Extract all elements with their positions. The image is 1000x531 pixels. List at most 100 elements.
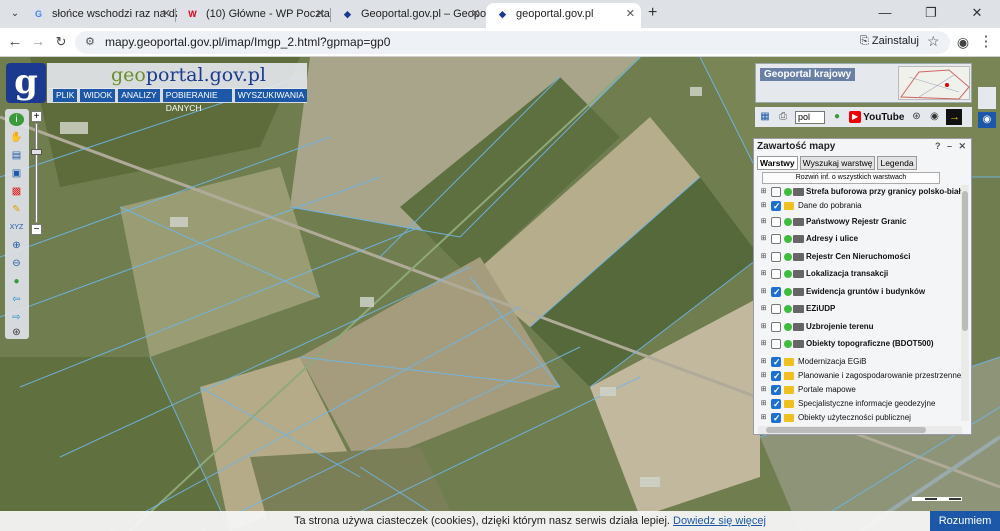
globe-icon[interactable]: ● <box>9 275 24 288</box>
layer-checkbox[interactable] <box>771 322 781 332</box>
menu-item-plik[interactable]: PLIK <box>53 89 78 102</box>
select-rectangle-icon[interactable]: ▣ <box>9 167 24 180</box>
youtube-label[interactable]: YouTube <box>863 112 904 123</box>
menu-item-analizy[interactable]: ANALIZY <box>118 89 160 102</box>
panel-tab[interactable]: Legenda <box>877 156 917 170</box>
vscroll-thumb[interactable] <box>962 191 968 331</box>
restore-icon[interactable]: ❐ <box>908 0 954 28</box>
arrow-right-icon[interactable]: → <box>946 109 963 125</box>
layer-row[interactable]: ⊞ Dane do pobrania <box>758 199 963 213</box>
layer-checkbox[interactable] <box>771 411 781 425</box>
zoom-track[interactable] <box>35 123 38 223</box>
layer-row[interactable]: ⊞ Obiekty topograficzne (BDOT500) <box>758 337 963 351</box>
zoom-in-icon[interactable]: ⊕ <box>9 239 24 252</box>
map-view[interactable]: g geoportal.gov.pl PLIK WIDOK ANALIZY POBIE… <box>0 57 1000 531</box>
bookmark-star-icon[interactable]: ☆ <box>927 33 940 50</box>
expand-icon[interactable]: ⊞ <box>760 270 767 278</box>
layer-row[interactable]: ⊞ Uzbrojenie terenu <box>758 320 963 334</box>
tab-close-icon[interactable]: ✕ <box>471 3 480 25</box>
layer-row[interactable]: ⊞ Modernizacja EGiB <box>758 355 963 369</box>
menu-item-pobieranie-danych[interactable]: POBIERANIE DANYCH <box>162 89 232 113</box>
panel-tab[interactable]: Wyszukaj warstwę <box>799 156 876 170</box>
layer-row[interactable]: ⊞ Rejestr Cen Nieruchomości <box>758 250 963 264</box>
layer-row[interactable]: ⊞ Adresy i ulice <box>758 232 963 246</box>
expand-icon[interactable]: ⊞ <box>760 253 767 261</box>
save-icon[interactable]: ▦ <box>759 111 771 123</box>
layer-checkbox[interactable] <box>771 397 781 411</box>
clear-selection-icon[interactable]: ▩ <box>9 185 24 198</box>
zoom-slider[interactable]: + − <box>31 111 44 235</box>
expand-icon[interactable]: ⊞ <box>760 386 767 394</box>
panel-window-buttons[interactable]: ? – ✕ <box>935 139 968 154</box>
expand-icon[interactable]: ⊞ <box>760 372 767 380</box>
expand-icon[interactable]: ⊞ <box>760 188 767 196</box>
layer-checkbox[interactable] <box>771 199 781 213</box>
geoportal-logo[interactable]: g <box>6 63 46 103</box>
expand-icon[interactable]: ⊞ <box>760 323 767 331</box>
tab-close-icon[interactable]: ✕ <box>162 3 171 25</box>
layer-row[interactable]: ⊞ Planowanie i zagospodarowanie przestrze… <box>758 369 963 383</box>
browser-tab[interactable]: ◆ Geoportal.gov.pl – Geoportal In✕ <box>331 3 486 28</box>
browser-menu-icon[interactable]: ⋮ <box>976 32 996 52</box>
overview-map[interactable]: Geoportal krajowy <box>755 63 972 103</box>
browser-tab[interactable]: ◆ geoportal.gov.pl ✕ <box>486 3 641 28</box>
new-tab-button[interactable]: + <box>648 4 657 22</box>
expand-all-button[interactable]: Rozwiń inf. o wszystkich warstwach <box>762 172 940 184</box>
layer-checkbox[interactable] <box>771 252 781 262</box>
layer-row[interactable]: ⊞ Państwowy Rejestr Granic <box>758 215 963 229</box>
layer-checkbox[interactable] <box>771 285 781 299</box>
layer-row[interactable]: ⊞ Strefa buforowa przy granicy polsko-bia… <box>758 185 963 199</box>
expand-icon[interactable]: ⊞ <box>760 400 767 408</box>
address-bar[interactable]: ⚙ mapy.geoportal.gov.pl/imap/Imgp_2.html… <box>75 31 950 54</box>
profile-icon[interactable]: ◉ <box>953 32 973 52</box>
browser-tab[interactable]: Gsłońce wschodzi raz na dzień -✕ <box>22 3 177 28</box>
layer-checkbox[interactable] <box>771 217 781 227</box>
layer-checkbox[interactable] <box>771 269 781 279</box>
zoom-out-icon[interactable]: ⊖ <box>9 257 24 270</box>
expand-icon[interactable]: ⊞ <box>760 202 767 210</box>
eye-icon[interactable]: ◉ <box>928 111 940 123</box>
layer-row[interactable]: ⊞ Lokalizacja transakcji <box>758 267 963 281</box>
layer-list-vscrollbar[interactable] <box>961 185 969 421</box>
tab-close-icon[interactable]: ✕ <box>626 3 635 25</box>
previous-view-icon[interactable]: ⇦ <box>9 293 24 306</box>
layer-checkbox[interactable] <box>771 187 781 197</box>
panel-tab[interactable]: Warstwy <box>757 156 798 170</box>
hscroll-thumb[interactable] <box>766 427 926 433</box>
menu-item-widok[interactable]: WIDOK <box>80 89 116 102</box>
expand-icon[interactable]: ⊞ <box>760 340 767 348</box>
next-view-icon[interactable]: ⇨ <box>9 311 24 324</box>
tab-close-icon[interactable]: ✕ <box>316 3 325 25</box>
close-window-icon[interactable]: ✕ <box>954 0 1000 28</box>
xyz-coordinates-icon[interactable]: XYZ <box>9 221 24 234</box>
pan-hand-icon[interactable]: ✋ <box>9 131 24 144</box>
layer-checkbox[interactable] <box>771 355 781 369</box>
layer-checkbox[interactable] <box>771 339 781 349</box>
forward-icon[interactable]: → <box>28 32 48 52</box>
zoom-knob[interactable] <box>31 149 42 155</box>
expand-icon[interactable]: ⊞ <box>760 288 767 296</box>
youtube-icon[interactable]: ▶ <box>849 111 862 123</box>
layer-checkbox[interactable] <box>771 234 781 244</box>
zoom-minus-icon[interactable]: − <box>31 224 42 235</box>
layer-checkbox[interactable] <box>771 304 781 314</box>
document-icon[interactable]: ▤ <box>9 149 24 162</box>
info-icon[interactable]: i <box>9 113 24 126</box>
menu-item-wyszukiwania[interactable]: WYSZUKIWANIA <box>234 89 307 102</box>
expand-icon[interactable]: ⊞ <box>760 235 767 243</box>
help-icon[interactable]: ● <box>831 111 843 123</box>
expand-icon[interactable]: ⊞ <box>760 305 767 313</box>
print-icon[interactable]: ⎙ <box>777 111 789 123</box>
layer-row[interactable]: ⊞ Portale mapowe <box>758 383 963 397</box>
cookie-learn-more-link[interactable]: Dowiedz się więcej <box>673 515 766 527</box>
layer-list-hscrollbar[interactable] <box>758 426 962 434</box>
site-info-icon[interactable]: ⚙ <box>85 35 95 48</box>
expand-icon[interactable]: ⊞ <box>760 358 767 366</box>
layer-checkbox[interactable] <box>771 369 781 383</box>
cookie-accept-button[interactable]: Rozumiem <box>930 511 1000 531</box>
browser-tab[interactable]: W (10) Główne - WP Poczta ✕ <box>176 3 331 28</box>
expand-icon[interactable]: ⊞ <box>760 218 767 226</box>
install-button[interactable]: ⎘ Zainstaluj <box>854 34 925 49</box>
visibility-eye-icon[interactable]: ◉ <box>978 112 996 128</box>
overview-minimap[interactable] <box>898 66 970 100</box>
